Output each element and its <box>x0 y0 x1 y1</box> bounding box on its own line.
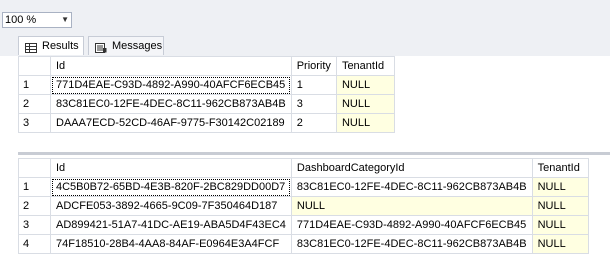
results-tab-strip: Results Messages <box>0 32 610 56</box>
tab-results-label: Results <box>42 40 79 52</box>
cell-id[interactable]: 771D4EAE-C93D-4892-A990-40AFCF6ECB45 <box>50 75 292 95</box>
message-icon <box>95 41 107 53</box>
cell-dashboard-category-id[interactable]: 83C81EC0-12FE-4DEC-8C11-962CB873AB4B <box>290 234 533 254</box>
table-row[interactable]: 1 771D4EAE-C93D-4892-A990-40AFCF6ECB45 1… <box>18 75 395 95</box>
zoom-dropdown[interactable]: 100 % ▼ <box>2 12 72 28</box>
toolbar: 100 % ▼ <box>0 0 610 32</box>
cell-dashboard-category-id[interactable]: 771D4EAE-C93D-4892-A990-40AFCF6ECB45 <box>290 215 533 235</box>
row-number[interactable]: 4 <box>18 234 51 254</box>
cell-id[interactable]: 4C5B0B72-65BD-4E3B-820F-2BC829DD00D7 <box>50 177 292 197</box>
cell-tenant-id[interactable]: NULL <box>531 234 589 254</box>
row-number[interactable]: 3 <box>18 113 51 133</box>
row-number[interactable]: 2 <box>18 196 51 216</box>
cell-tenant-id[interactable]: NULL <box>335 75 395 95</box>
cell-priority[interactable]: 2 <box>290 113 337 133</box>
grid-icon <box>25 41 37 53</box>
column-header[interactable]: TenantId <box>531 158 589 178</box>
table-row[interactable]: 2 ADCFE053-3892-4665-9C09-7F350464D187 N… <box>18 196 589 216</box>
table-row[interactable]: 1 4C5B0B72-65BD-4E3B-820F-2BC829DD00D7 8… <box>18 177 589 197</box>
cell-id[interactable]: 83C81EC0-12FE-4DEC-8C11-962CB873AB4B <box>50 94 292 114</box>
cell-tenant-id[interactable]: NULL <box>335 113 395 133</box>
zoom-value: 100 % <box>5 14 37 26</box>
cell-tenant-id[interactable]: NULL <box>531 196 589 216</box>
row-number-header <box>18 56 51 76</box>
column-header[interactable]: TenantId <box>335 56 395 76</box>
row-number-header <box>18 158 51 178</box>
column-header[interactable]: DashboardCategoryId <box>290 158 533 178</box>
cell-priority[interactable]: 1 <box>290 75 337 95</box>
cell-dashboard-category-id[interactable]: NULL <box>290 196 533 216</box>
table-row[interactable]: 2 83C81EC0-12FE-4DEC-8C11-962CB873AB4B 3… <box>18 94 395 114</box>
table-row[interactable]: 4 74F18510-28B4-4AA8-84AF-E0964E3A4FCF 8… <box>18 234 589 254</box>
results-grid-1: Id Priority TenantId 1 771D4EAE-C93D-489… <box>18 56 395 133</box>
grid-header-row: Id Priority TenantId <box>18 56 395 76</box>
column-header[interactable]: Id <box>50 56 292 76</box>
tab-messages[interactable]: Messages <box>88 36 164 55</box>
cell-id[interactable]: 74F18510-28B4-4AA8-84AF-E0964E3A4FCF <box>50 234 292 254</box>
cell-id[interactable]: DAAA7ECD-52CD-46AF-9775-F30142C02189 <box>50 113 292 133</box>
cell-tenant-id[interactable]: NULL <box>531 177 589 197</box>
cell-dashboard-category-id[interactable]: 83C81EC0-12FE-4DEC-8C11-962CB873AB4B <box>290 177 533 197</box>
cell-tenant-id[interactable]: NULL <box>531 215 589 235</box>
column-header[interactable]: Priority <box>290 56 337 76</box>
grid-header-row: Id DashboardCategoryId TenantId <box>18 158 589 178</box>
cell-priority[interactable]: 3 <box>290 94 337 114</box>
row-number[interactable]: 1 <box>18 177 51 197</box>
tab-results[interactable]: Results <box>18 36 84 55</box>
cell-id[interactable]: AD899421-51A7-41DC-AE19-ABA5D4F43EC4 <box>50 215 292 235</box>
cell-id[interactable]: ADCFE053-3892-4665-9C09-7F350464D187 <box>50 196 292 216</box>
table-row[interactable]: 3 DAAA7ECD-52CD-46AF-9775-F30142C02189 2… <box>18 113 395 133</box>
row-number[interactable]: 2 <box>18 94 51 114</box>
row-number[interactable]: 3 <box>18 215 51 235</box>
cell-tenant-id[interactable]: NULL <box>335 94 395 114</box>
table-row[interactable]: 3 AD899421-51A7-41DC-AE19-ABA5D4F43EC4 7… <box>18 215 589 235</box>
row-number[interactable]: 1 <box>18 75 51 95</box>
results-grid-2: Id DashboardCategoryId TenantId 1 4C5B0B… <box>18 158 589 254</box>
chevron-down-icon[interactable]: ▼ <box>61 13 69 27</box>
column-header[interactable]: Id <box>50 158 292 178</box>
tab-messages-label: Messages <box>112 40 163 52</box>
